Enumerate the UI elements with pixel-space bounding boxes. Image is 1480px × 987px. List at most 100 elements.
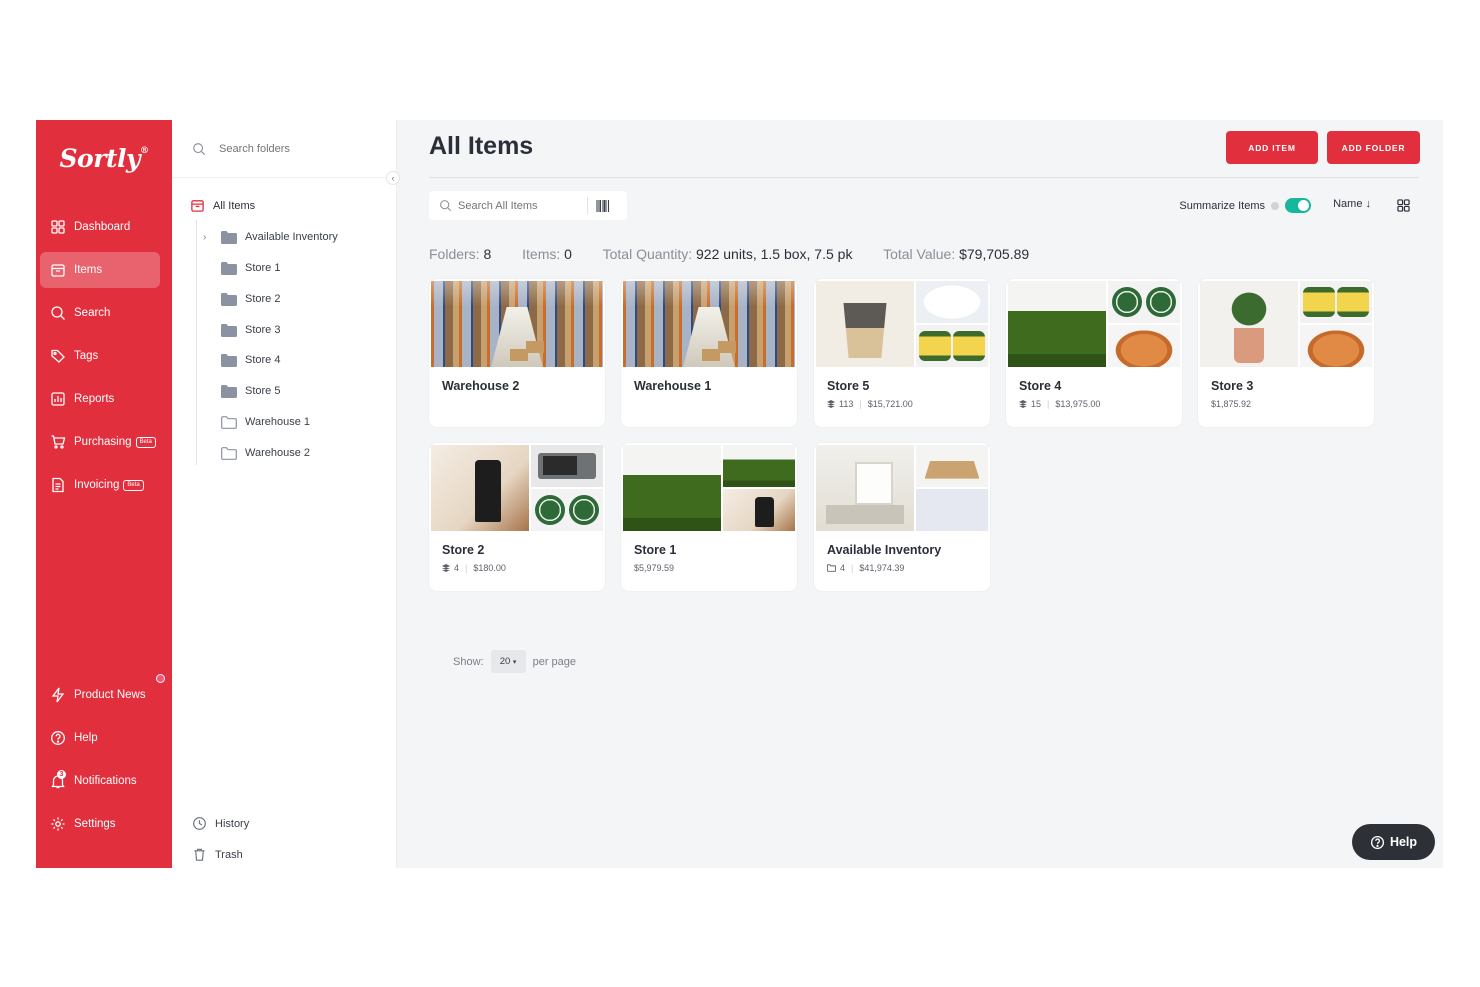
card-name: Store 4 bbox=[1019, 379, 1062, 393]
folder-search-input[interactable] bbox=[219, 142, 369, 155]
sidebar-item-reports[interactable]: Reports bbox=[40, 381, 160, 417]
tins-image bbox=[916, 325, 988, 367]
plant-image bbox=[1200, 281, 1298, 367]
sidebar-item-settings[interactable]: Settings bbox=[40, 806, 160, 842]
card-value: $13,975.00 bbox=[1055, 399, 1101, 409]
main-content: All Items ADD ITEM ADD FOLDER Summarize … bbox=[397, 120, 1443, 868]
sortly-logo[interactable]: Sortly® bbox=[36, 144, 172, 173]
folders-stat: Folders: 8 bbox=[429, 246, 491, 262]
search-icon bbox=[440, 200, 452, 212]
sidebar-item-invoicing[interactable]: Invoicing Beta bbox=[40, 467, 160, 503]
arrow-down-icon: ↓ bbox=[1365, 198, 1372, 210]
stat-label: Items: bbox=[522, 246, 561, 262]
folder-tree-item[interactable]: › Available Inventory bbox=[203, 227, 338, 247]
sidebar-item-purchasing[interactable]: Purchasing Beta bbox=[40, 424, 160, 460]
trash-link[interactable]: Trash bbox=[192, 847, 243, 862]
warehouse-image bbox=[431, 281, 603, 367]
folder-search bbox=[172, 120, 397, 178]
card-name: Store 3 bbox=[1211, 379, 1254, 393]
history-link[interactable]: History bbox=[192, 816, 249, 831]
folder-icon bbox=[221, 292, 237, 306]
item-search-input[interactable] bbox=[458, 199, 583, 212]
empty-image-tile bbox=[916, 489, 988, 531]
sidebar-item-dashboard[interactable]: Dashboard bbox=[40, 209, 160, 245]
card-name: Available Inventory bbox=[827, 543, 942, 557]
tins-image bbox=[1300, 281, 1372, 323]
notification-count: 3 bbox=[57, 770, 66, 779]
folder-label: Store 3 bbox=[245, 324, 281, 336]
caret-down-icon: ▾ bbox=[512, 658, 517, 666]
folder-tree-item[interactable]: Warehouse 2 bbox=[205, 443, 310, 463]
info-icon[interactable] bbox=[1271, 201, 1279, 210]
pillow-image bbox=[916, 281, 988, 323]
folder-card[interactable]: Available Inventory 4 | $41,974.39 bbox=[814, 443, 990, 591]
folder-thumbnail bbox=[1008, 281, 1180, 367]
cart-icon bbox=[50, 434, 66, 450]
coasters-image bbox=[1108, 281, 1180, 323]
folder-card[interactable]: Store 2 4 | $180.00 bbox=[429, 443, 605, 591]
folder-panel: ‹ All Items › Available Inventory Store … bbox=[172, 120, 400, 868]
folder-label: Warehouse 1 bbox=[245, 416, 311, 428]
folder-label: Store 4 bbox=[245, 354, 281, 366]
add-item-button[interactable]: ADD ITEM bbox=[1226, 131, 1318, 164]
sidebar: Sortly® Dashboard Items Search Tags Repo… bbox=[36, 120, 172, 868]
sofa-image bbox=[623, 445, 721, 531]
folder-label: Store 2 bbox=[245, 293, 281, 305]
card-meta: 4 | $180.00 bbox=[442, 563, 506, 573]
help-widget-button[interactable]: Help bbox=[1352, 824, 1435, 860]
summarize-toggle[interactable] bbox=[1285, 198, 1311, 213]
stack-icon bbox=[827, 400, 835, 408]
sidebar-item-notifications[interactable]: 3 Notifications bbox=[40, 763, 160, 799]
card-count: 4 bbox=[454, 563, 460, 573]
folder-tree-item[interactable]: Store 2 bbox=[205, 289, 280, 309]
items-icon bbox=[191, 200, 204, 212]
folder-card[interactable]: Store 3 $1,875.92 bbox=[1198, 279, 1374, 427]
add-folder-button[interactable]: ADD FOLDER bbox=[1327, 131, 1420, 164]
barcode-icon[interactable] bbox=[596, 199, 610, 212]
card-meta: 113 | $15,721.00 bbox=[827, 399, 913, 409]
folder-tree-item[interactable]: Warehouse 1 bbox=[205, 412, 310, 432]
folder-tree-item[interactable]: Store 4 bbox=[205, 350, 280, 370]
folder-card[interactable]: Store 1 $5,979.59 bbox=[621, 443, 797, 591]
folder-card[interactable]: Warehouse 1 bbox=[621, 279, 797, 427]
search-separator bbox=[587, 197, 588, 214]
help-icon bbox=[50, 730, 66, 746]
folder-card[interactable]: Store 4 15 | $13,975.00 bbox=[1006, 279, 1182, 427]
pouf-image bbox=[1108, 325, 1180, 367]
sidebar-item-search[interactable]: Search bbox=[40, 295, 160, 331]
coasters-image bbox=[531, 489, 603, 531]
sidebar-item-help[interactable]: Help bbox=[40, 720, 160, 756]
folder-tree-root[interactable]: All Items bbox=[190, 198, 255, 213]
grid-view-icon[interactable] bbox=[1397, 199, 1410, 212]
stat-label: Total Value: bbox=[883, 246, 956, 262]
folder-tree-item[interactable]: Store 5 bbox=[205, 381, 280, 401]
bell-icon: 3 bbox=[50, 770, 66, 789]
invoice-icon bbox=[50, 477, 66, 493]
items-icon bbox=[50, 262, 66, 278]
folder-tree-item[interactable]: Store 3 bbox=[205, 320, 280, 340]
sort-dropdown[interactable]: Name ↓ bbox=[1333, 198, 1371, 210]
sidebar-item-label: Search bbox=[74, 307, 111, 319]
sidebar-item-items[interactable]: Items bbox=[40, 252, 160, 288]
card-name: Store 1 bbox=[634, 543, 677, 557]
folder-card[interactable]: Warehouse 2 bbox=[429, 279, 605, 427]
trash-icon bbox=[194, 848, 205, 861]
sidebar-item-tags[interactable]: Tags bbox=[40, 338, 160, 374]
app-window: Sortly® Dashboard Items Search Tags Repo… bbox=[36, 120, 1443, 868]
sidebar-item-product-news[interactable]: Product News bbox=[40, 677, 160, 713]
card-value: $15,721.00 bbox=[867, 399, 913, 409]
folder-outline-icon bbox=[221, 446, 237, 460]
stack-icon bbox=[1019, 400, 1027, 408]
per-page-select[interactable]: 20 ▾ bbox=[490, 650, 526, 673]
folder-card[interactable]: Store 5 113 | $15,721.00 bbox=[814, 279, 990, 427]
warehouse-image bbox=[623, 281, 795, 367]
sidebar-item-label: Invoicing bbox=[74, 479, 120, 491]
chevron-right-icon[interactable]: › bbox=[203, 232, 206, 243]
header-divider bbox=[429, 177, 1419, 178]
sidebar-item-label: Notifications bbox=[74, 775, 137, 787]
folder-tree-item[interactable]: Store 1 bbox=[205, 258, 280, 278]
folder-label: Warehouse 2 bbox=[245, 447, 311, 459]
card-name: Store 5 bbox=[827, 379, 870, 393]
page-title: All Items bbox=[429, 132, 534, 160]
folder-tree-root-label: All Items bbox=[213, 199, 256, 212]
